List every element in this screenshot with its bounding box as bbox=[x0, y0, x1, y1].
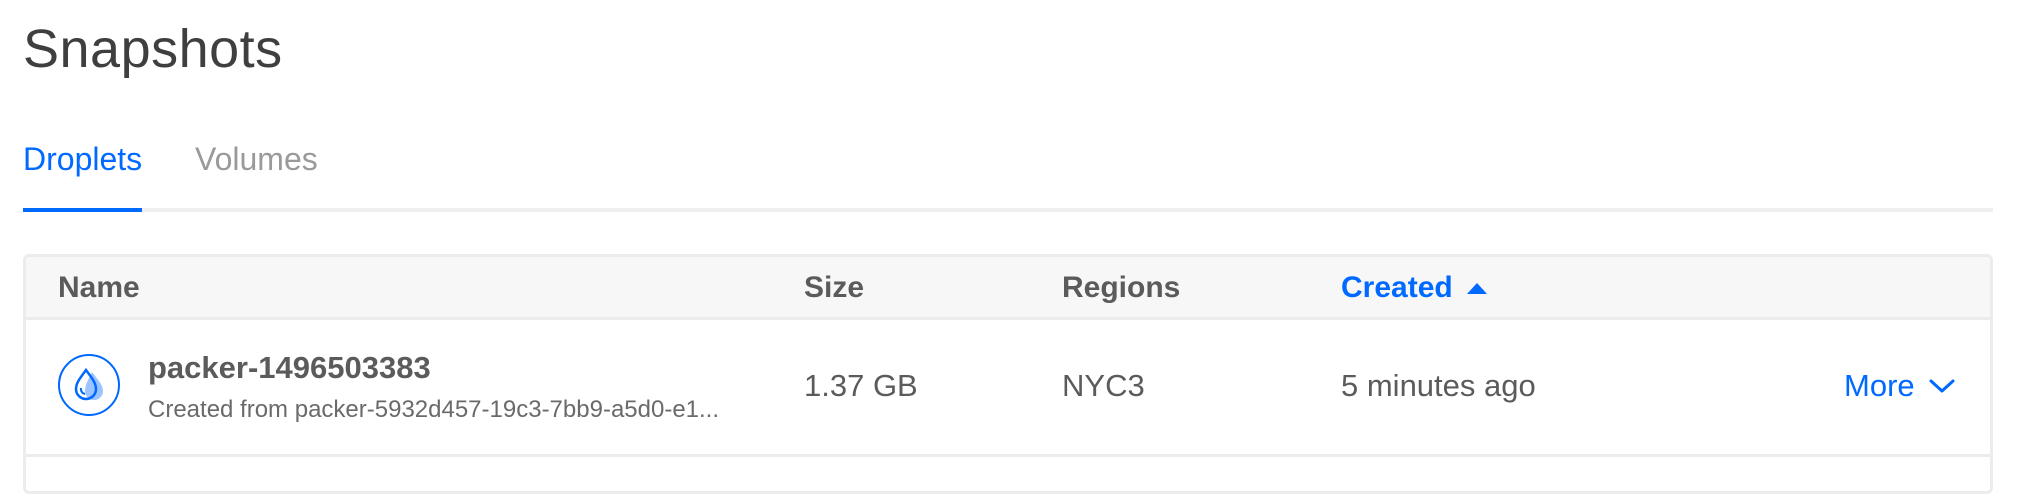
caret-up-icon bbox=[1466, 282, 1487, 294]
snapshot-name[interactable]: packer-1496503383 bbox=[148, 350, 431, 386]
snapshot-description: Created from packer-5932d457-19c3-7bb9-a… bbox=[148, 396, 720, 423]
more-button-label: More bbox=[1844, 368, 1915, 403]
snapshot-created: 5 minutes ago bbox=[1341, 368, 1536, 403]
droplet-icon bbox=[58, 354, 120, 416]
table-header: Name Size Regions Created bbox=[26, 257, 1990, 320]
chevron-down-icon bbox=[1929, 379, 1955, 393]
tab-bar: Droplets Volumes bbox=[23, 136, 1993, 212]
page-title: Snapshots bbox=[23, 19, 283, 79]
column-header-size[interactable]: Size bbox=[804, 271, 864, 305]
column-header-created[interactable]: Created bbox=[1341, 271, 1487, 305]
tab-volumes[interactable]: Volumes bbox=[195, 136, 318, 208]
more-button[interactable]: More bbox=[1844, 368, 1955, 404]
table-row[interactable]: packer-1496503383 Created from packer-59… bbox=[26, 320, 1990, 457]
column-header-created-label: Created bbox=[1341, 271, 1453, 304]
tab-droplets[interactable]: Droplets bbox=[23, 136, 143, 212]
snapshot-size: 1.37 GB bbox=[804, 368, 918, 403]
column-header-name[interactable]: Name bbox=[58, 271, 140, 305]
column-header-regions[interactable]: Regions bbox=[1062, 271, 1180, 305]
snapshots-table: Name Size Regions Created packer-1496503… bbox=[23, 254, 1993, 494]
snapshot-region: NYC3 bbox=[1062, 368, 1145, 403]
